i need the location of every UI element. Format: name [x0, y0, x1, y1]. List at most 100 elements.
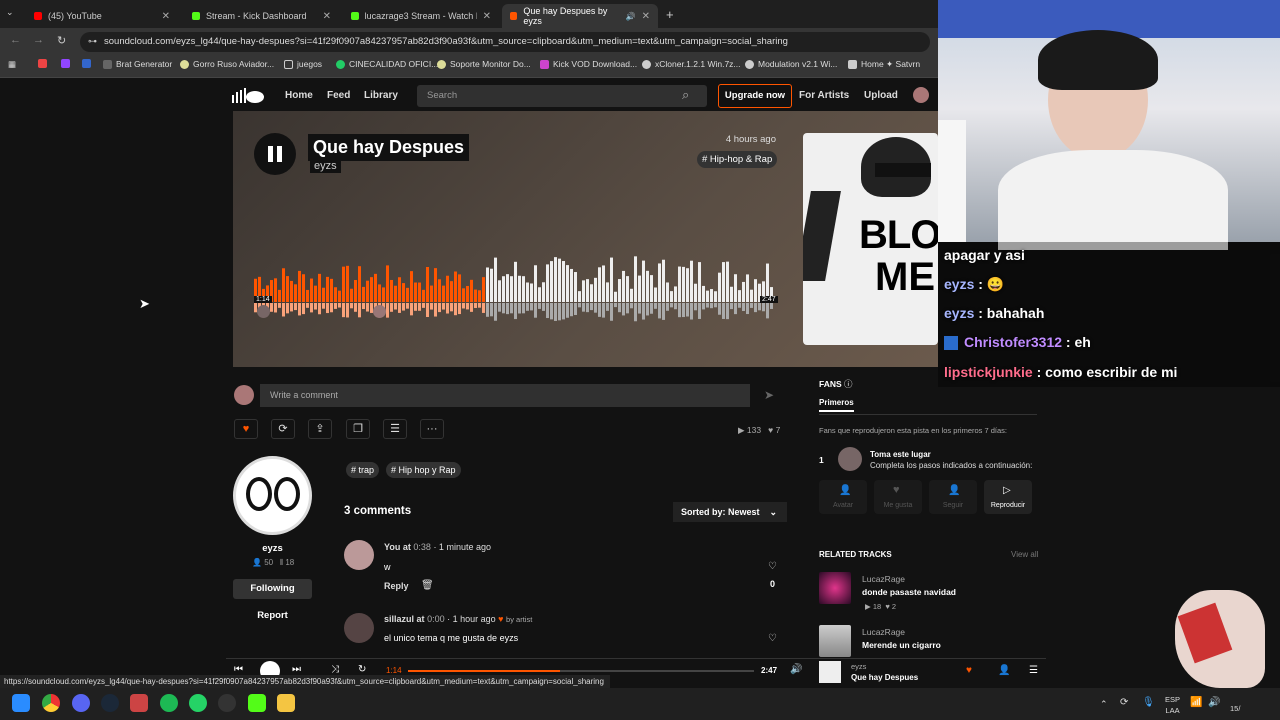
shuffle-icon[interactable]: ⤨: [331, 664, 339, 675]
share-button[interactable]: ⇪: [308, 419, 332, 439]
soundcloud-logo[interactable]: [232, 87, 264, 103]
artist-avatar[interactable]: [233, 456, 312, 535]
related-track-title[interactable]: Merende un cigarro: [862, 640, 941, 650]
back-icon[interactable]: ←: [10, 34, 21, 46]
player-follow-icon[interactable]: 👤: [998, 665, 1010, 676]
close-icon[interactable]: ✕: [483, 11, 491, 22]
player-title[interactable]: Que hay Despues: [851, 673, 918, 682]
reload-icon[interactable]: ↻: [57, 34, 66, 47]
queue-icon[interactable]: ☰: [1029, 665, 1038, 676]
avatar[interactable]: [913, 87, 929, 103]
bookmark-brat[interactable]: Brat Generator: [103, 59, 172, 69]
tab-search-icon[interactable]: ⌄: [6, 7, 14, 18]
heart-outline-icon[interactable]: ♡: [768, 561, 777, 572]
apps-icon[interactable]: ▦: [8, 59, 16, 70]
like-button[interactable]: ♥: [234, 419, 258, 439]
new-tab-icon[interactable]: +: [666, 7, 674, 22]
previous-icon[interactable]: ⏮: [234, 664, 243, 675]
report-link[interactable]: Report: [233, 610, 312, 621]
bookmark-cinecalidad[interactable]: CINECALIDAD OFICI...: [336, 59, 438, 69]
discord-icon[interactable]: [72, 694, 90, 712]
more-button[interactable]: ···: [420, 419, 444, 439]
heart-outline-icon[interactable]: ♡: [768, 633, 777, 644]
genre-tag[interactable]: # Hip-hop & Rap: [697, 151, 778, 168]
nav-home[interactable]: Home: [285, 90, 313, 101]
bookmark-soporte[interactable]: Soporte Monitor Do...: [437, 59, 531, 69]
following-button[interactable]: Following: [233, 579, 312, 599]
upgrade-button[interactable]: Upgrade now: [718, 84, 792, 108]
sort-dropdown[interactable]: Sorted by: Newest ⌄: [673, 502, 787, 522]
comment-input[interactable]: Write a comment: [260, 384, 750, 407]
volume-icon[interactable]: 🔊: [790, 664, 802, 675]
whatsapp-icon[interactable]: [189, 694, 207, 712]
bookmark-modulation[interactable]: Modulation v2.1 Wi...: [745, 59, 837, 69]
send-icon[interactable]: ➤: [764, 388, 774, 402]
bookmark-gorro[interactable]: Gorro Ruso Aviador...: [180, 59, 274, 69]
player-progress-track[interactable]: [408, 670, 754, 672]
player-like-icon[interactable]: ♥: [966, 665, 972, 676]
search-icon[interactable]: ⌕: [682, 87, 689, 103]
player-artwork[interactable]: [819, 661, 841, 683]
tab-primeros[interactable]: Primeros: [819, 398, 854, 412]
close-icon[interactable]: ✕: [642, 11, 650, 22]
bookmark-icon[interactable]: [82, 59, 91, 68]
pause-button[interactable]: [254, 133, 296, 175]
tab-kick-stream[interactable]: lucazrage3 Stream - Watch Live ✕: [343, 4, 499, 28]
view-all-link[interactable]: View all: [1011, 550, 1038, 559]
comment-avatar[interactable]: [344, 613, 374, 643]
nav-for-artists[interactable]: For Artists: [799, 90, 849, 101]
tag-hiphop[interactable]: # Hip hop y Rap: [386, 462, 461, 478]
related-track-title[interactable]: donde pasaste navidad: [862, 587, 956, 597]
related-track-artwork[interactable]: [819, 572, 851, 604]
wifi-icon[interactable]: 📶: [1190, 697, 1202, 708]
bookmark-xcloner[interactable]: xCloner.1.2.1 Win.7z...: [642, 59, 741, 69]
tab-kick-dashboard[interactable]: Stream - Kick Dashboard ✕: [184, 4, 339, 28]
repost-button[interactable]: ⟳: [271, 419, 295, 439]
bookmark-juegos[interactable]: juegos: [284, 59, 322, 69]
app-icon[interactable]: [130, 694, 148, 712]
track-artist[interactable]: eyzs: [310, 159, 341, 173]
url-input[interactable]: soundcloud.com/eyzs_lg44/que-hay-despues…: [80, 32, 930, 52]
obs-icon[interactable]: [218, 694, 236, 712]
kick-icon[interactable]: [248, 694, 266, 712]
waveform-comment-avatar[interactable]: [373, 305, 386, 318]
tab-soundcloud[interactable]: Que hay Despues by eyzs 🔊 ✕: [502, 4, 658, 28]
waveform-comment-avatar[interactable]: [257, 305, 270, 318]
site-info-icon[interactable]: ⊶: [88, 36, 97, 47]
comment-avatar[interactable]: [344, 540, 374, 570]
close-icon[interactable]: ✕: [323, 11, 331, 22]
mic-icon[interactable]: 🎙: [1142, 697, 1155, 708]
copy-link-button[interactable]: ❐: [346, 419, 370, 439]
gmail-icon[interactable]: [38, 59, 47, 68]
nav-upload[interactable]: Upload: [864, 90, 898, 101]
add-to-playlist-button[interactable]: ☰: [383, 419, 407, 439]
tag-trap[interactable]: # trap: [346, 462, 380, 478]
bookmark-satvrn[interactable]: Home ✦ Satvrn: [848, 59, 920, 70]
chrome-icon[interactable]: [42, 694, 60, 712]
related-track-artist[interactable]: LucazRage: [862, 627, 905, 637]
tab-youtube[interactable]: (45) YouTube ✕: [26, 4, 178, 28]
steam-icon[interactable]: [101, 694, 119, 712]
related-track-artwork[interactable]: [819, 625, 851, 657]
windows-start-icon[interactable]: [12, 694, 30, 712]
spotify-icon[interactable]: [160, 694, 178, 712]
player-artist[interactable]: eyzs: [851, 662, 866, 671]
twitch-icon[interactable]: [61, 59, 70, 68]
search-input[interactable]: Search: [417, 85, 707, 107]
bookmark-kick-vod[interactable]: Kick VOD Download...: [540, 59, 637, 69]
close-icon[interactable]: ✕: [162, 11, 170, 22]
clock-date[interactable]: 15/: [1230, 704, 1240, 713]
language-indicator[interactable]: ESP LAA: [1165, 694, 1180, 716]
trash-icon[interactable]: 🗑: [421, 580, 434, 591]
speaker-icon[interactable]: 🔊: [626, 12, 636, 21]
nav-library[interactable]: Library: [364, 90, 398, 101]
artist-name[interactable]: eyzs: [233, 543, 312, 554]
tray-chevron-icon[interactable]: ⌃: [1100, 699, 1108, 710]
next-icon[interactable]: ⏭: [292, 664, 301, 675]
speaker-icon[interactable]: 🔊: [1208, 697, 1220, 708]
related-track-artist[interactable]: LucazRage: [862, 574, 905, 584]
nav-feed[interactable]: Feed: [327, 90, 350, 101]
waveform[interactable]: [254, 250, 776, 325]
tray-icon[interactable]: ⟳: [1120, 697, 1128, 708]
reply-button[interactable]: Reply: [384, 581, 409, 591]
